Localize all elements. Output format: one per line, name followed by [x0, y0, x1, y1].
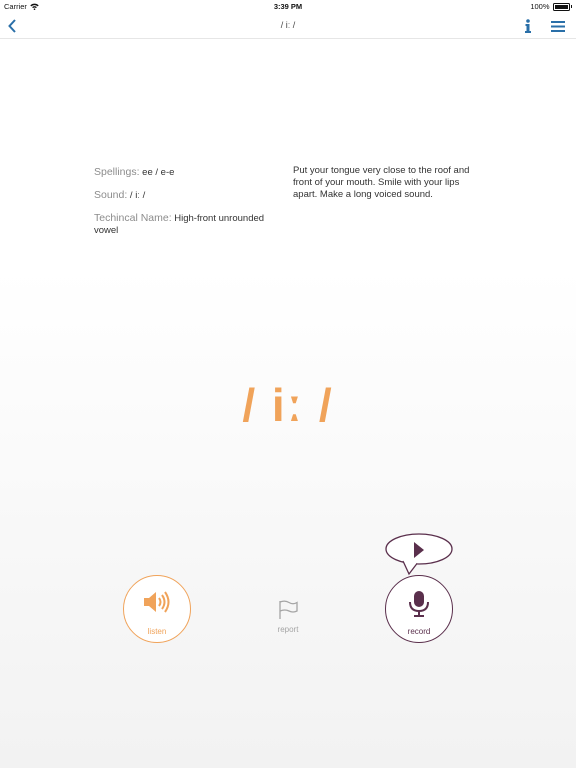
phoneme-display: / iː /	[242, 379, 334, 431]
status-time: 3:39 PM	[273, 2, 303, 11]
speaker-icon	[144, 591, 170, 613]
listen-label: listen	[147, 627, 167, 636]
spellings-row: Spellings: ee / e-e	[94, 166, 284, 179]
playback-bubble-button[interactable]	[383, 532, 455, 578]
spellings-label: Spellings:	[94, 166, 140, 178]
record-button[interactable]: record	[385, 575, 453, 643]
flag-icon	[279, 600, 298, 619]
sound-row: Sound: / iː /	[94, 189, 284, 202]
nav-bar: / iː /	[0, 14, 576, 39]
menu-button[interactable]	[549, 17, 567, 35]
info-button[interactable]	[521, 17, 535, 35]
listen-button[interactable]: listen	[123, 575, 191, 643]
pronunciation-instructions: Put your tongue very close to the roof a…	[293, 165, 470, 200]
technical-name-row: Techincal Name: High-front unrounded vow…	[94, 212, 284, 237]
sound-label: Sound:	[94, 189, 128, 201]
battery-tip	[570, 5, 572, 8]
battery-group: 100%	[530, 2, 572, 11]
record-label: record	[407, 627, 431, 636]
report-label: report	[277, 625, 299, 634]
sound-details: Spellings: ee / e-e Sound: / iː / Techin…	[94, 166, 284, 247]
microphone-icon	[409, 591, 429, 617]
page-title: / iː /	[280, 20, 296, 30]
spellings-value: ee / e-e	[142, 167, 175, 178]
status-bar: Carrier 3:39 PM 100%	[0, 0, 576, 14]
battery-icon	[552, 2, 570, 11]
hamburger-menu-icon	[551, 21, 565, 32]
info-icon	[525, 19, 531, 33]
technical-name-label: Techincal Name:	[94, 212, 172, 224]
play-icon	[414, 542, 424, 558]
report-button[interactable]: report	[265, 597, 311, 639]
sound-value: / iː /	[129, 190, 146, 201]
battery-percent: 100%	[530, 2, 550, 11]
